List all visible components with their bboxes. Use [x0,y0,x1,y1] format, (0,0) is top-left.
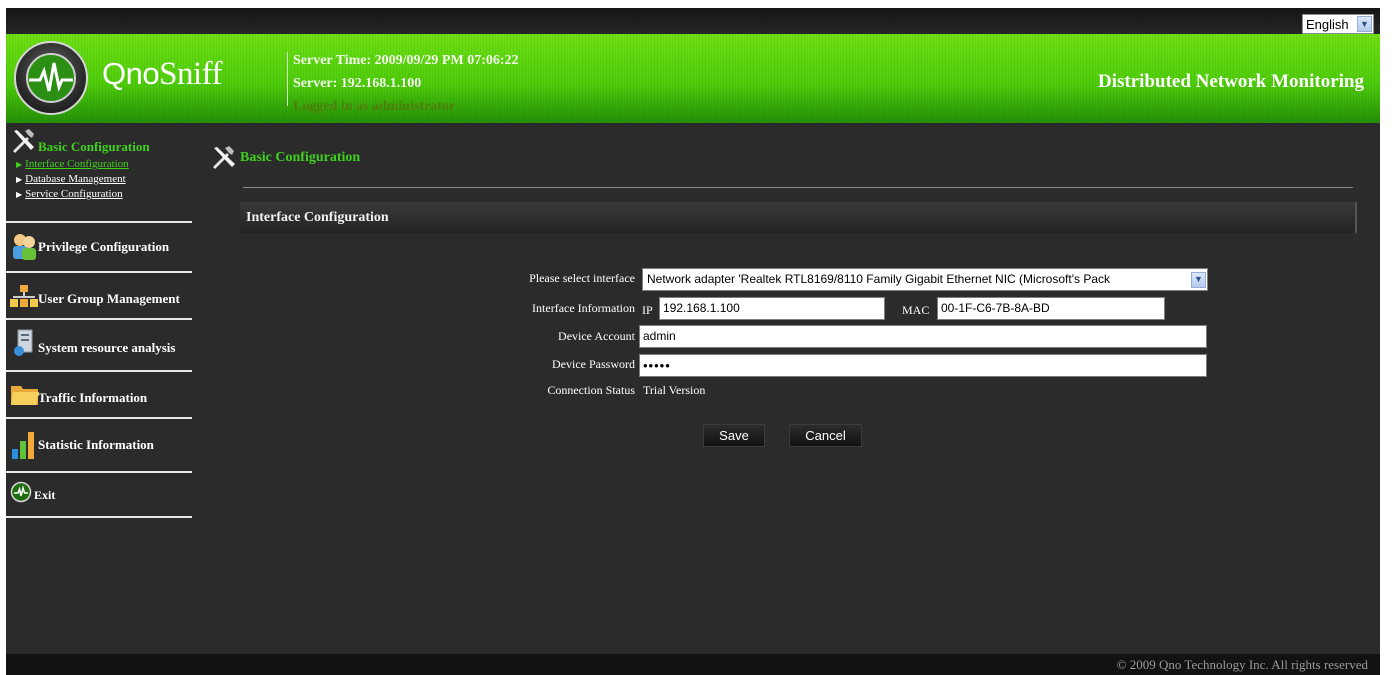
mac-label: MAC [902,303,930,317]
sidebar-section-basic-configuration: Basic Configuration ▶ Interface Configura… [6,123,192,223]
sidebar-item-statistic-information[interactable]: Statistic Information [6,419,192,473]
divider [243,187,1353,188]
server-icon [10,328,38,358]
sidebar-item-interface-configuration[interactable]: ▶ Interface Configuration [16,157,192,172]
top-strip: English ▼ [6,8,1380,34]
sidebar-item-basic-configuration[interactable]: Basic Configuration [6,123,192,157]
sidebar-link-label: Interface Configuration [25,158,129,170]
main-content: Basic Configuration Interface Configurat… [196,123,1380,654]
cancel-button[interactable]: Cancel [789,424,862,447]
sidebar-item-traffic-information[interactable]: Traffic Information [6,372,192,419]
sidebar-item-exit[interactable]: Exit [6,473,192,518]
sidebar-item-label: Privilege Configuration [38,239,170,254]
language-value: English [1306,16,1349,32]
header: QnoSniff Server Time: 2009/09/29 PM 07:0… [6,34,1380,123]
ip-field[interactable]: 192.168.1.100 [659,297,885,320]
brand-part1: Qno [102,56,160,91]
sidebar-item-label: Statistic Information [38,437,154,452]
save-button[interactable]: Save [703,424,765,447]
bar-chart-icon [10,429,38,459]
chevron-down-icon[interactable]: ▼ [1191,271,1206,288]
sidebar-link-label: Database Management [25,173,126,185]
panel-header: Interface Configuration [240,202,1357,233]
connection-status-value: Trial Version [643,383,706,397]
sidebar-item-label: User Group Management [38,291,180,306]
copyright: © 2009 Qno Technology Inc. All rights re… [1116,657,1368,672]
footer: © 2009 Qno Technology Inc. All rights re… [6,654,1380,675]
brand-logo: QnoSniff [102,56,223,93]
connection-status-label: Connection Status [547,383,635,397]
language-select[interactable]: English ▼ [1302,14,1374,34]
sidebar-item-user-group-management[interactable]: User Group Management [6,273,192,320]
users-icon [10,231,38,261]
folder-icon [10,380,39,410]
server-time: Server Time: 2009/09/29 PM 07:06:22 [293,53,519,68]
page-title: Basic Configuration [210,145,360,171]
server-info: Server Time: 2009/09/29 PM 07:06:22 Serv… [293,49,519,118]
server-address: Server: 192.168.1.100 [293,76,422,91]
tools-icon [210,145,240,171]
sidebar-item-database-management[interactable]: ▶ Database Management [16,172,192,187]
device-account-label: Device Account [558,329,635,343]
header-divider [287,52,288,106]
sidebar-item-service-configuration[interactable]: ▶ Service Configuration [16,187,192,202]
logo-icon [14,41,88,115]
basic-config-submenu: ▶ Interface Configuration ▶ Database Manag… [6,157,192,208]
sidebar-item-system-resource-analysis[interactable]: System resource analysis [6,320,192,372]
ip-label: IP [642,303,653,317]
chevron-down-icon[interactable]: ▼ [1357,16,1372,32]
exit-icon [10,481,34,505]
sidebar-link-label: Service Configuration [25,188,123,200]
logged-in-user: Logged in as administrator [293,99,456,114]
device-password-field[interactable]: ••••• [639,354,1207,377]
interface-select-value: Network adapter 'Realtek RTL8169/8110 Fa… [647,272,1111,286]
sidebar-item-label: Traffic Information [38,390,148,405]
hierarchy-icon [10,283,38,313]
sidebar: Basic Configuration ▶ Interface Configura… [6,123,196,654]
select-interface-label: Please select interface [529,271,635,285]
brand-part2: Sniff [159,56,223,92]
tagline: Distributed Network Monitoring [1098,71,1364,92]
sidebar-item-label: Exit [34,488,56,502]
sidebar-item-privilege-configuration[interactable]: Privilege Configuration [6,223,192,273]
sidebar-basic-title: Basic Configuration [38,139,150,154]
interface-info-label: Interface Information [532,301,635,315]
tools-icon [10,127,38,157]
device-password-label: Device Password [552,357,635,371]
app-frame: English ▼ QnoSniff Server Time: 2009/09/… [6,8,1380,675]
sidebar-item-label: System resource analysis [38,340,176,355]
interface-select[interactable]: Network adapter 'Realtek RTL8169/8110 Fa… [642,268,1208,291]
page-title-text: Basic Configuration [240,150,361,165]
mac-field[interactable]: 00-1F-C6-7B-8A-BD [937,297,1165,320]
device-account-field[interactable]: admin [639,325,1207,348]
